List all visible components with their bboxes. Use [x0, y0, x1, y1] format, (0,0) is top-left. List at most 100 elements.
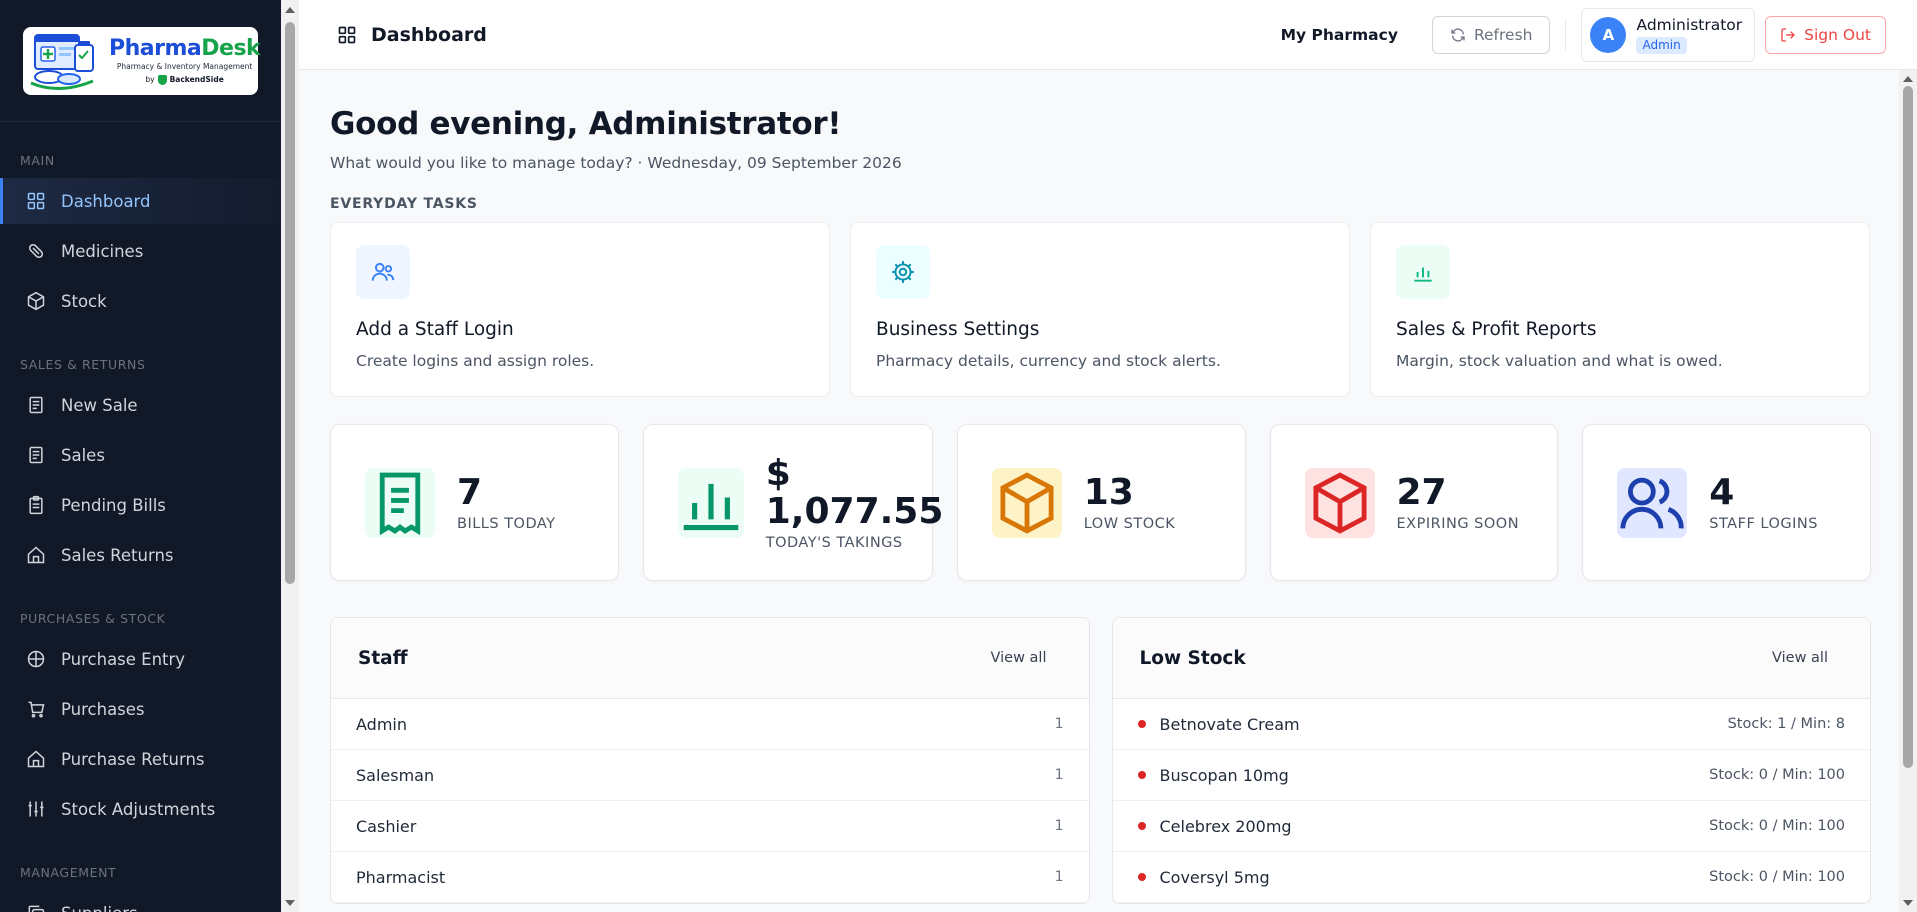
- panel-title: Low Stock: [1139, 647, 1246, 669]
- home-icon: [27, 750, 45, 768]
- nav-section-main: MAIN: [20, 153, 55, 168]
- stat-value: $1,077.55: [765, 452, 944, 532]
- logo-area: PharmaDesk Pharmacy & Inventory Manageme…: [0, 0, 281, 122]
- task-card-business-settings[interactable]: Business Settings Pharmacy details, curr…: [850, 222, 1350, 397]
- sidebar-scrollbar[interactable]: [281, 0, 299, 912]
- stat-card-bills-today[interactable]: 7 BILLS TODAY: [330, 424, 619, 581]
- greeting-subtitle: What would you like to manage today? · W…: [330, 154, 902, 172]
- task-card-add-staff[interactable]: Add a Staff Login Create logins and assi…: [330, 222, 830, 397]
- sidebar-item-purchase-returns[interactable]: Purchase Returns: [0, 736, 281, 782]
- stat-label: TODAY'S TAKINGS: [765, 534, 903, 551]
- brand-byline: by BackendSide: [145, 74, 224, 85]
- globe-icon: [27, 650, 45, 668]
- tasks-section-label: EVERYDAY TASKS: [330, 196, 478, 212]
- sign-out-button[interactable]: Sign Out: [1765, 16, 1886, 54]
- list-item[interactable]: Buscopan 10mg Stock: 0 / Min: 100: [1112, 750, 1870, 801]
- alert-dot-icon: [1137, 720, 1146, 728]
- item-name: Celebrex 200mg: [1159, 816, 1292, 836]
- sidebar-item-suppliers[interactable]: Suppliers: [0, 890, 281, 912]
- logo-mark-icon: [29, 31, 103, 91]
- top-header: Dashboard My Pharmacy Refresh A Administ…: [299, 0, 1917, 70]
- sidebar-item-sales[interactable]: Sales: [0, 432, 281, 478]
- sidebar-item-pending-bills[interactable]: Pending Bills: [0, 482, 281, 528]
- sliders-icon: [28, 801, 44, 817]
- stat-label: BILLS TODAY: [457, 515, 556, 532]
- task-title: Sales & Profit Reports: [1396, 319, 1597, 340]
- stats-row: 7 BILLS TODAY $1,077.55 TODAY'S TAKINGS …: [330, 424, 1871, 581]
- row-label: Admin: [356, 714, 407, 734]
- scroll-up-arrow-icon[interactable]: [1903, 76, 1913, 82]
- cart-icon: [28, 701, 45, 718]
- item-stock: Stock: 0 / Min: 100: [1709, 869, 1845, 885]
- scroll-up-arrow-icon[interactable]: [285, 7, 295, 13]
- grid-icon: [27, 192, 45, 210]
- task-desc: Margin, stock valuation and what is owed…: [1396, 352, 1723, 370]
- sidebar-item-label: Dashboard: [61, 191, 151, 211]
- stat-card-low-stock[interactable]: 13 LOW STOCK: [956, 424, 1246, 581]
- stat-label: EXPIRING SOON: [1396, 515, 1520, 532]
- view-all-link[interactable]: View all: [991, 650, 1047, 666]
- row-label: Cashier: [356, 816, 417, 836]
- scroll-down-arrow-icon[interactable]: [285, 900, 295, 906]
- greeting-heading: Good evening, Administrator!: [330, 106, 842, 142]
- sidebar-item-label: Sales: [61, 445, 105, 465]
- refresh-button[interactable]: Refresh: [1431, 16, 1551, 54]
- table-row[interactable]: Salesman 1: [331, 750, 1089, 801]
- table-row[interactable]: Cashier 1: [331, 801, 1089, 852]
- content-scrollbar[interactable]: [1899, 70, 1917, 912]
- item-name: Buscopan 10mg: [1159, 765, 1289, 785]
- list-item[interactable]: Celebrex 200mg Stock: 0 / Min: 100: [1112, 801, 1870, 852]
- alert-dot-icon: [1137, 771, 1146, 779]
- page-title: Dashboard: [337, 24, 487, 46]
- stat-card-expiring-soon[interactable]: 27 EXPIRING SOON: [1269, 424, 1559, 581]
- pill-icon: [28, 243, 44, 259]
- sidebar-item-sales-returns[interactable]: Sales Returns: [0, 532, 281, 578]
- sidebar-item-stock[interactable]: Stock: [0, 278, 281, 324]
- low-stock-panel: Low Stock View all Betnovate Cream Stock…: [1111, 617, 1871, 904]
- item-stock: Stock: 0 / Min: 100: [1709, 767, 1845, 783]
- row-count: 1: [1054, 767, 1064, 783]
- list-item[interactable]: Coversyl 5mg Stock: 0 / Min: 100: [1112, 852, 1870, 903]
- list-item[interactable]: Betnovate Cream Stock: 1 / Min: 8: [1112, 699, 1870, 750]
- copy-icon: [28, 905, 45, 912]
- brand-logo[interactable]: PharmaDesk Pharmacy & Inventory Manageme…: [23, 26, 261, 95]
- sidebar-item-medicines[interactable]: Medicines: [0, 228, 281, 274]
- receipt-icon: [365, 467, 435, 538]
- user-menu[interactable]: A Administrator Admin: [1581, 8, 1756, 62]
- pharmacy-name[interactable]: My Pharmacy: [1281, 26, 1398, 44]
- stat-value: 4: [1709, 471, 1735, 513]
- scrollbar-thumb[interactable]: [1903, 86, 1913, 768]
- receipt-icon: [29, 396, 43, 414]
- gear-icon: [876, 245, 930, 299]
- item-stock: Stock: 0 / Min: 100: [1709, 818, 1845, 834]
- sidebar-item-purchase-entry[interactable]: Purchase Entry: [0, 636, 281, 682]
- role-badge: Admin: [1636, 37, 1687, 54]
- row-count: 1: [1054, 716, 1064, 732]
- task-card-reports[interactable]: Sales & Profit Reports Margin, stock val…: [1370, 222, 1870, 397]
- sidebar-item-label: Purchases: [61, 699, 145, 719]
- stat-card-staff-logins[interactable]: 4 STAFF LOGINS: [1582, 424, 1871, 581]
- stat-label: LOW STOCK: [1083, 515, 1176, 532]
- scrollbar-thumb[interactable]: [285, 22, 295, 584]
- sidebar-item-stock-adjustments[interactable]: Stock Adjustments: [0, 786, 281, 832]
- brand-name: PharmaDesk: [109, 35, 261, 61]
- nav-section-purchases: PURCHASES & STOCK: [20, 611, 166, 626]
- shield-icon: [157, 74, 167, 85]
- cube-icon: [27, 291, 45, 311]
- staff-panel: Staff View all Admin 1 Salesman 1 Cashie…: [330, 617, 1090, 904]
- stat-value: 27: [1396, 471, 1447, 513]
- view-all-link[interactable]: View all: [1772, 650, 1828, 666]
- table-row[interactable]: Pharmacist 1: [331, 852, 1089, 903]
- table-row[interactable]: Admin 1: [331, 699, 1089, 750]
- sidebar-item-dashboard[interactable]: Dashboard: [0, 178, 281, 224]
- users-icon: [356, 245, 410, 299]
- item-name: Betnovate Cream: [1159, 714, 1300, 734]
- row-label: Salesman: [356, 765, 435, 785]
- stat-card-takings[interactable]: $1,077.55 TODAY'S TAKINGS: [642, 424, 943, 581]
- sidebar-item-label: Pending Bills: [61, 495, 166, 515]
- sidebar-item-new-sale[interactable]: New Sale: [0, 382, 281, 428]
- everyday-tasks: Add a Staff Login Create logins and assi…: [330, 222, 1871, 397]
- scroll-down-arrow-icon[interactable]: [1903, 900, 1913, 906]
- sidebar-item-purchases[interactable]: Purchases: [0, 686, 281, 732]
- alert-dot-icon: [1137, 822, 1146, 830]
